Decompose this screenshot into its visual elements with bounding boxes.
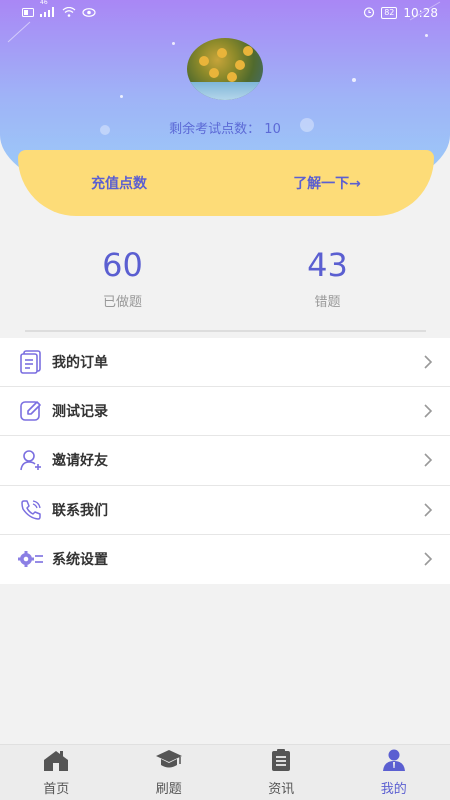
settings-gear-icon: [18, 546, 44, 572]
battery-indicator: 82: [381, 7, 398, 19]
avatar-fruit: [235, 60, 245, 70]
chevron-right-icon: [422, 354, 434, 370]
bottom-tab-bar: 首页 刷题 资讯 我的: [0, 744, 450, 800]
add-user-icon: [18, 447, 44, 473]
menu-label-test-records: 测试记录: [52, 404, 108, 421]
phone-icon: [18, 497, 44, 523]
signal-badge: 46: [40, 0, 48, 6]
menu-item-test-records[interactable]: 测试记录: [0, 387, 450, 437]
sim-card-icon: [22, 7, 34, 20]
alarm-icon: [363, 6, 375, 21]
menu-item-contact-us[interactable]: 联系我们: [0, 486, 450, 535]
home-icon: [42, 749, 70, 775]
user-avatar[interactable]: [187, 38, 263, 100]
tab-practice[interactable]: 刷题: [113, 745, 226, 800]
points-card: 充值点数 了解一下→: [18, 150, 434, 216]
learn-more-button[interactable]: 了解一下→: [293, 173, 361, 193]
remaining-points: 剩余考试点数： 10: [0, 118, 450, 137]
signal-icon: 46: [40, 0, 56, 20]
menu-item-invite-friends[interactable]: 邀请好友: [0, 436, 450, 486]
remaining-points-label: 剩余考试点数：: [169, 122, 261, 137]
clock-time: 10:28: [403, 6, 438, 20]
order-list-icon: [18, 349, 44, 375]
menu-item-system-settings[interactable]: 系统设置: [0, 535, 450, 584]
eye-icon: [82, 7, 96, 20]
stat-wrong-label: 错题: [314, 295, 341, 310]
menu-label-contact-us: 联系我们: [52, 502, 108, 519]
chevron-right-icon: [422, 551, 434, 567]
tab-practice-label: 刷题: [155, 781, 182, 797]
tab-home[interactable]: 首页: [0, 745, 113, 800]
menu-item-orders[interactable]: 我的订单: [0, 338, 450, 388]
tab-mine[interactable]: 我的: [338, 745, 450, 800]
stats-row: 60 已做题 43 错题: [0, 245, 450, 310]
status-bar: 46 82 10:28: [0, 0, 450, 26]
stat-done-value: 60: [102, 246, 143, 284]
chevron-right-icon: [422, 452, 434, 468]
clipboard-icon: [270, 748, 292, 775]
stat-done-label: 已做题: [102, 295, 142, 310]
tab-news[interactable]: 资讯: [225, 745, 338, 800]
tab-mine-label: 我的: [380, 781, 407, 797]
chevron-right-icon: [422, 403, 434, 419]
stat-wrong[interactable]: 43 错题: [225, 245, 450, 310]
tab-news-label: 资讯: [268, 781, 295, 797]
avatar-fruit: [227, 72, 237, 82]
menu-label-invite-friends: 邀请好友: [52, 453, 108, 470]
wifi-icon: [62, 6, 76, 20]
avatar-fruit: [199, 56, 209, 66]
chevron-right-icon: [422, 502, 434, 518]
avatar-fruit: [243, 46, 253, 56]
remaining-points-value: 10: [264, 122, 281, 137]
tab-home-label: 首页: [43, 781, 70, 797]
section-divider: [25, 330, 426, 332]
graduation-cap-icon: [155, 749, 183, 775]
user-icon: [382, 749, 406, 775]
menu-label-orders: 我的订单: [52, 355, 108, 372]
avatar-fruit: [209, 68, 219, 78]
edit-record-icon: [18, 398, 44, 424]
avatar-fruit: [217, 48, 227, 58]
stat-done[interactable]: 60 已做题: [0, 245, 225, 310]
recharge-button[interactable]: 充值点数: [91, 173, 147, 193]
stat-wrong-value: 43: [307, 246, 348, 284]
settings-menu: 我的订单 测试记录 邀请好友 联系我们 系统设置: [0, 338, 450, 584]
avatar-sky: [187, 82, 263, 100]
menu-label-system-settings: 系统设置: [52, 552, 108, 569]
